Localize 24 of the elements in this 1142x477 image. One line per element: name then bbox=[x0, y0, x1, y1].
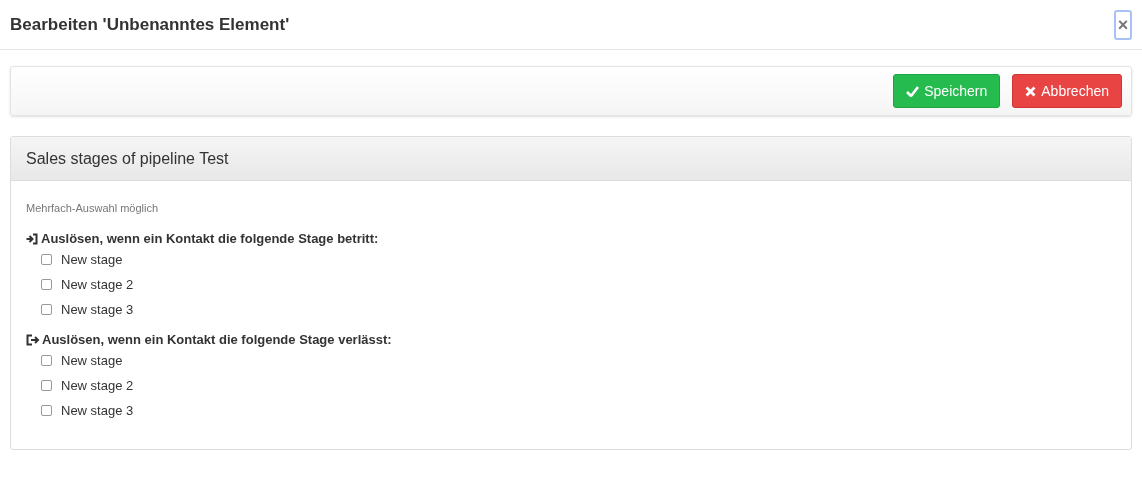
option-label: New stage bbox=[61, 250, 123, 269]
hint-text: Mehrfach-Auswahl möglich bbox=[26, 201, 160, 215]
option-label: New stage 2 bbox=[61, 376, 134, 395]
dialog-title: Bearbeiten 'Unbenanntes Element' bbox=[10, 13, 290, 36]
checkbox[interactable] bbox=[41, 380, 52, 391]
checkbox[interactable] bbox=[41, 304, 52, 315]
option-label: New stage bbox=[61, 351, 123, 370]
sign-out-icon bbox=[26, 334, 40, 346]
checkbox[interactable] bbox=[41, 279, 52, 290]
group-heading: Auslösen, wenn ein Kontakt die folgende Stage verlässt: bbox=[42, 332, 392, 348]
checkbox[interactable] bbox=[41, 405, 52, 416]
checkbox[interactable] bbox=[41, 254, 52, 265]
group-heading: Auslösen, wenn ein Kontakt die folgende Stage betritt: bbox=[41, 231, 379, 247]
close-icon bbox=[1025, 85, 1037, 97]
cancel-button[interactable]: Abbrechen bbox=[1012, 74, 1122, 108]
close-button[interactable]: × bbox=[1114, 9, 1132, 40]
checkbox[interactable] bbox=[41, 355, 52, 366]
check-icon bbox=[906, 85, 920, 97]
save-button[interactable]: Speichern bbox=[893, 74, 1001, 108]
sign-in-icon bbox=[26, 233, 39, 245]
option-label: New stage 3 bbox=[61, 401, 134, 420]
panel-title: Sales stages of pipeline Test bbox=[26, 148, 229, 169]
option-label: New stage 3 bbox=[61, 300, 134, 319]
option-label: New stage 2 bbox=[61, 275, 134, 294]
